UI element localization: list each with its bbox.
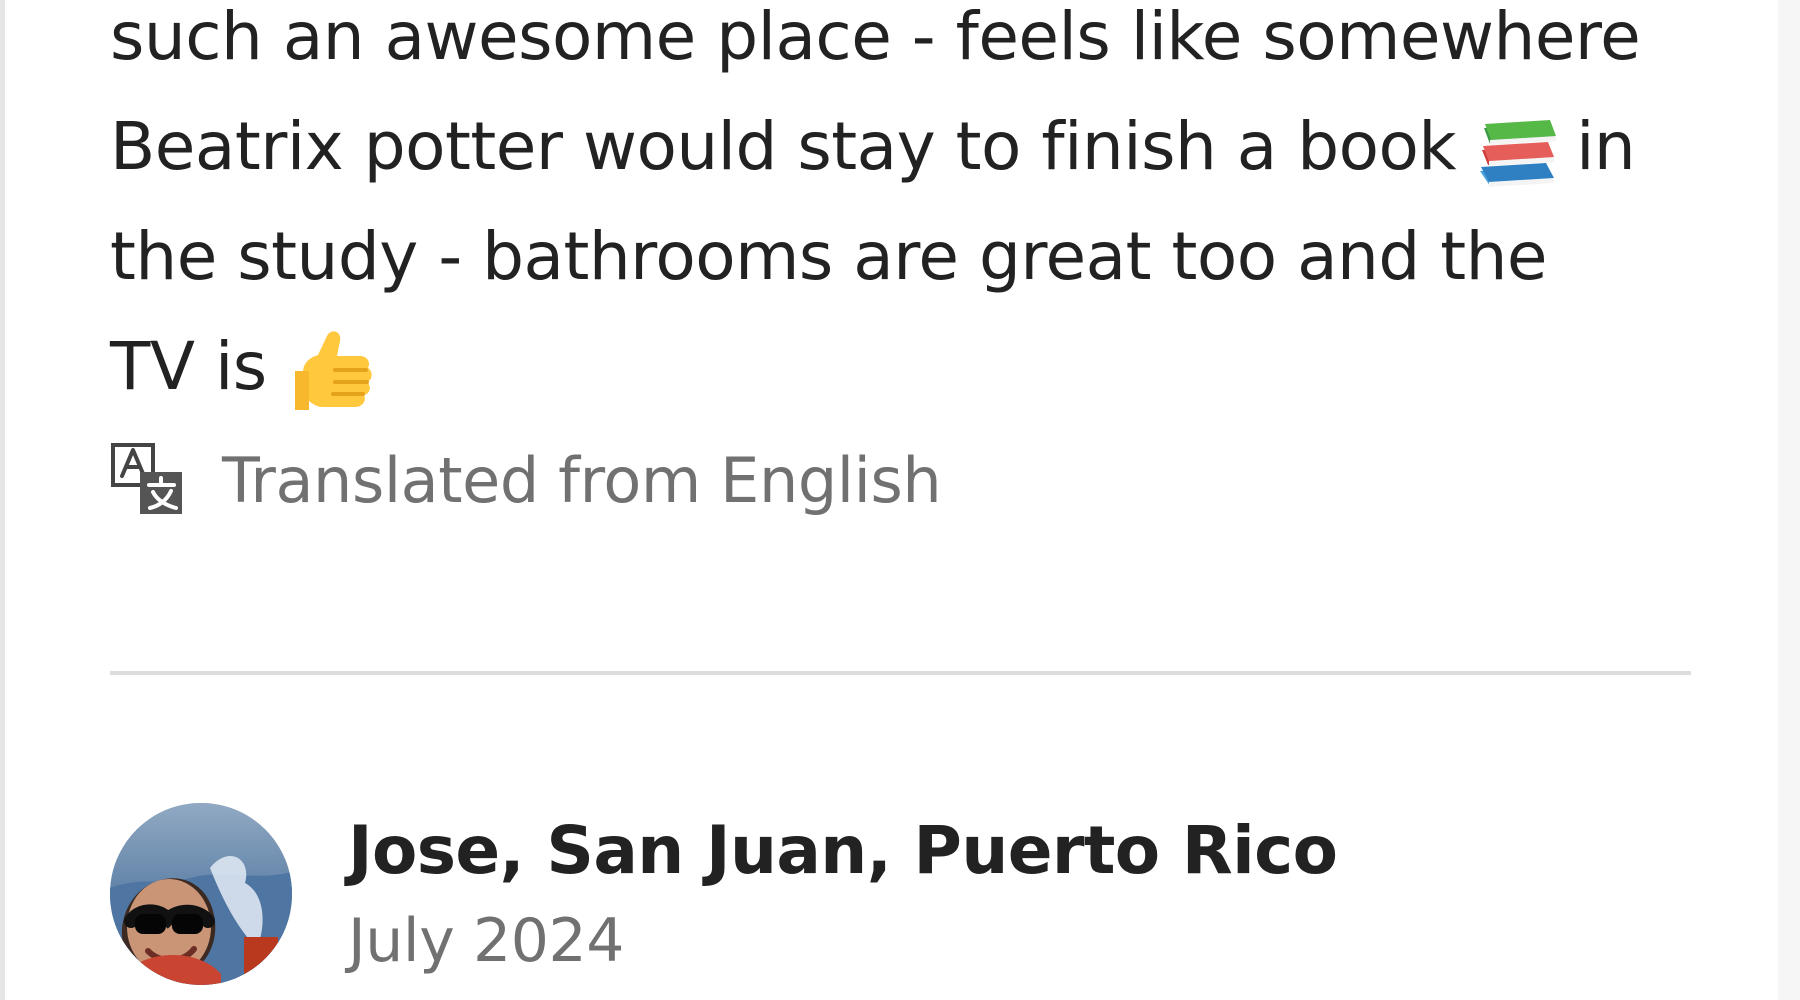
review-line-2: Beatrix potter would stay to finish a bo… — [110, 92, 1710, 202]
translation-notice[interactable]: Translated from English — [110, 440, 942, 520]
thumbs-up-emoji — [285, 324, 377, 418]
reviewer-profile[interactable]: Jose, San Juan, Puerto Rico July 2024 — [110, 803, 1338, 985]
review-line-2-end-text: in — [1576, 108, 1636, 185]
review-line-2-text: Beatrix potter would stay to finish a bo… — [110, 108, 1457, 185]
review-line-4: TV is — [110, 312, 1710, 422]
translate-icon — [111, 443, 182, 514]
reviewer-avatar[interactable] — [110, 803, 292, 985]
review-line-4-text: TV is — [110, 328, 267, 405]
review-text: such an awesome place - feels like somew… — [110, 0, 1710, 422]
screen-left-edge — [0, 0, 5, 1000]
review-line-1: such an awesome place - feels like somew… — [110, 0, 1641, 75]
scrollbar-track[interactable] — [1778, 0, 1800, 1000]
review-line-3: the study - bathrooms are great too and … — [110, 218, 1548, 295]
reviewer-name: Jose, San Juan, Puerto Rico — [348, 812, 1338, 889]
review-divider — [110, 671, 1691, 675]
reviewer-meta: Jose, San Juan, Puerto Rico July 2024 — [348, 803, 1338, 979]
review-date: July 2024 — [348, 906, 625, 976]
review-screen: such an awesome place - feels like somew… — [0, 0, 1800, 1000]
translation-label: Translated from English — [222, 443, 942, 517]
books-emoji — [1474, 110, 1558, 192]
